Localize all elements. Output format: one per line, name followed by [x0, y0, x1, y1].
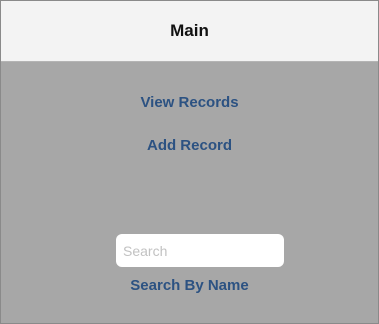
page-title: Main: [170, 21, 209, 40]
navigation-bar: Main: [1, 1, 378, 62]
add-record-button[interactable]: Add Record: [1, 137, 378, 154]
main-content: View Records Add Record Search By Name: [1, 62, 378, 323]
search-input[interactable]: [116, 234, 284, 267]
app-screen: Main View Records Add Record Search By N…: [0, 0, 379, 324]
search-by-name-button[interactable]: Search By Name: [1, 277, 378, 294]
view-records-button[interactable]: View Records: [1, 94, 378, 111]
